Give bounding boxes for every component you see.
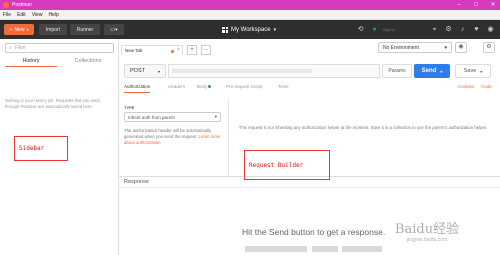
auth-type-value: Inherit auth from parent	[128, 114, 175, 120]
close-tab-icon[interactable]: ×	[177, 47, 180, 53]
response-label: Response	[124, 179, 149, 185]
save-button[interactable]: Save ▾	[455, 64, 491, 78]
method-label: POST	[130, 68, 145, 74]
params-button[interactable]: Params	[382, 64, 412, 78]
send-label: Send	[421, 68, 437, 74]
tab-body-label: Body	[197, 84, 208, 89]
menu-file[interactable]: File	[0, 12, 14, 18]
window-icon: ▭▾	[110, 26, 118, 33]
request-builder-annotation: Request Builder	[244, 150, 330, 180]
placeholder-block	[245, 246, 307, 252]
request-tab[interactable]: New Tab ×	[121, 45, 183, 55]
watermark-logo: Baidu经验	[394, 221, 460, 237]
import-button[interactable]: Import	[39, 24, 67, 35]
history-empty-message: Nothing in your history yet. Requests th…	[5, 98, 100, 109]
tab-pre-request-script[interactable]: Pre-request Script	[226, 84, 262, 93]
eye-icon: ◉	[458, 44, 464, 50]
interceptor-icon[interactable]: ⌖	[430, 25, 439, 34]
chevron-down-icon: ▾	[440, 68, 443, 74]
menu-bar: File Edit View Help	[0, 10, 500, 20]
add-tab-button[interactable]: +	[187, 45, 197, 55]
account-icon[interactable]: ◉	[486, 25, 495, 34]
filter-placeholder: Filter	[14, 45, 26, 51]
watermark-site: jingyan.baidu.com	[406, 236, 448, 243]
eye-button[interactable]: ◉	[455, 42, 467, 53]
code-link[interactable]: Code	[481, 84, 492, 89]
workspace-selector[interactable]: My Workspace ▾	[222, 24, 276, 35]
workspace-label: My Workspace	[231, 26, 271, 33]
env-settings-button[interactable]: ⚙	[483, 42, 495, 53]
runner-button[interactable]: Runner	[70, 24, 100, 35]
chevron-down-icon: ▾	[26, 27, 29, 32]
baidu-watermark: Baidu经验 jingyan.baidu.com	[362, 209, 492, 251]
sync-icon[interactable]: ⟲	[356, 25, 365, 34]
unsaved-dot-icon	[171, 49, 174, 53]
notifications-icon[interactable]: ♪	[458, 25, 467, 34]
new-button-label: New	[14, 26, 25, 33]
chevron-down-icon: ▾	[157, 68, 160, 74]
tab-authorization[interactable]: Authorization	[124, 84, 151, 93]
auth-type-label: TYPE	[124, 105, 135, 110]
chevron-down-icon: ▾	[273, 26, 277, 33]
gear-icon: ⚙	[486, 44, 492, 50]
method-select[interactable]: POST ▾	[124, 64, 166, 78]
tab-tests[interactable]: Tests	[278, 84, 289, 93]
chevron-down-icon: ▾	[214, 114, 217, 119]
sign-in-link[interactable]: Sign In	[383, 25, 423, 34]
url-redacted	[172, 69, 312, 73]
save-label: Save	[463, 68, 477, 74]
plus-icon: +	[9, 26, 13, 33]
search-icon: ⌕	[9, 45, 12, 51]
menu-edit[interactable]: Edit	[14, 12, 29, 18]
tab-body[interactable]: Body	[197, 84, 212, 93]
heart-icon[interactable]: ♥	[472, 25, 481, 34]
window-title: Postman	[12, 2, 32, 8]
maximize-button[interactable]: □	[469, 0, 483, 10]
settings-icon[interactable]: ⚙	[444, 25, 453, 34]
filter-input[interactable]: ⌕ Filter	[5, 43, 114, 53]
environment-label: No Environment	[383, 44, 419, 51]
sidebar-annotation: Sidebar	[14, 136, 68, 161]
chevron-down-icon: ▾	[444, 44, 447, 51]
postman-logo-icon	[3, 2, 9, 8]
cookies-link[interactable]: Cookies	[458, 84, 474, 89]
tab-collections[interactable]: Collections	[62, 58, 114, 67]
placeholder-block	[312, 246, 338, 252]
chevron-down-icon: ▾	[480, 68, 483, 74]
minimize-button[interactable]: –	[452, 0, 466, 10]
grid-icon	[222, 26, 228, 33]
body-status-dot	[208, 85, 212, 89]
tab-headers[interactable]: Headers	[168, 84, 185, 93]
menu-help[interactable]: Help	[45, 12, 61, 18]
auth-inherit-message: This request is not inheriting any autho…	[238, 125, 488, 130]
sync-status-icon: ●	[372, 26, 377, 33]
title-bar: Postman – □ ✕	[0, 0, 500, 10]
new-window-button[interactable]: ▭▾	[104, 24, 124, 35]
environment-select[interactable]: No Environment ▾	[378, 42, 452, 53]
close-button[interactable]: ✕	[486, 0, 500, 10]
request-tab-label: New Tab	[125, 48, 143, 53]
send-button[interactable]: Send ▾	[414, 64, 450, 78]
auth-type-select[interactable]: Inherit auth from parent ▾	[124, 112, 221, 122]
auth-description: The authorization header will be automat…	[124, 128, 224, 146]
more-tabs-button[interactable]: ···	[201, 45, 211, 55]
new-button[interactable]: + New ▾	[4, 24, 34, 35]
menu-view[interactable]: View	[29, 12, 46, 18]
auth-divider	[228, 100, 229, 175]
tab-history[interactable]: History	[5, 58, 57, 67]
